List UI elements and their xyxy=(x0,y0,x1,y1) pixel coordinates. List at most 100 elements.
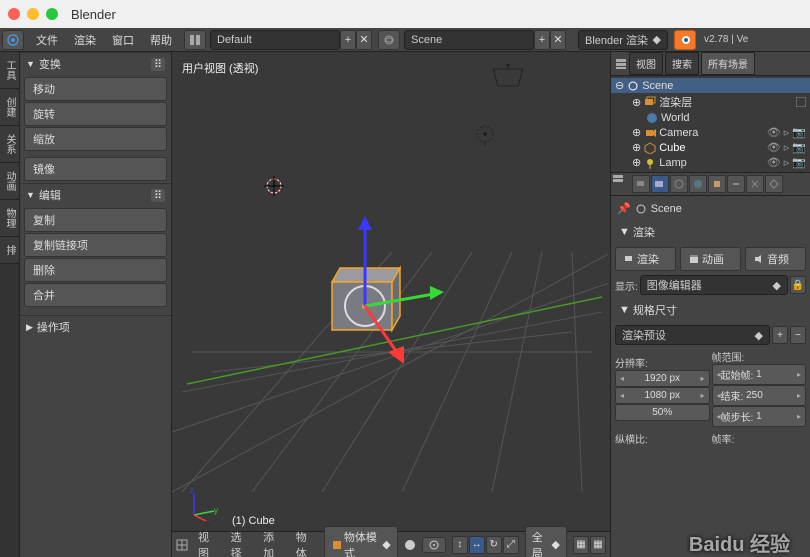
vtab-grease[interactable]: 排 xyxy=(0,237,19,264)
render-engine-select[interactable]: Blender 渲染◆ xyxy=(578,30,668,50)
lock-icon[interactable]: 🔒 xyxy=(790,276,806,294)
maximize-window[interactable] xyxy=(46,8,58,20)
tab-world-icon[interactable] xyxy=(689,175,707,193)
camera-icon xyxy=(644,127,656,139)
layout-add[interactable]: + xyxy=(340,30,356,50)
manipulator-translate-icon[interactable]: ↔ xyxy=(469,536,485,554)
scene-remove[interactable]: ✕ xyxy=(550,30,566,50)
frame-start[interactable]: ◂起始帧: 1▸ xyxy=(712,364,807,385)
cursor-icon[interactable]: ▹ xyxy=(784,126,790,139)
minimize-window[interactable] xyxy=(27,8,39,20)
restrict-render-icon[interactable]: 📷 xyxy=(792,141,806,154)
menu-object[interactable]: 物体 xyxy=(292,529,319,557)
vtab-physics[interactable]: 物理 xyxy=(0,200,19,237)
properties-header xyxy=(611,172,810,196)
tab-constraints-icon[interactable] xyxy=(727,175,745,193)
restrict-render-icon[interactable]: 📷 xyxy=(792,126,806,139)
res-y[interactable]: ◂1080 px▸ xyxy=(615,387,710,404)
pin-icon[interactable]: 📌 xyxy=(617,202,631,215)
btn-render[interactable]: 渲染 xyxy=(615,247,676,271)
tab-data-icon[interactable] xyxy=(765,175,783,193)
viewport-header: 视图 选择 添加 物体 物体模式◆ ↕ ↔ ↻ ⤢ 全局◆ ▦▦ xyxy=(172,531,610,557)
menu-file[interactable]: 文件 xyxy=(28,30,66,50)
vtab-tools[interactable]: 工具 xyxy=(0,52,19,89)
section-render[interactable]: ▼渲染 xyxy=(615,221,806,243)
scene-add[interactable]: + xyxy=(534,30,550,50)
layout-remove[interactable]: ✕ xyxy=(356,30,372,50)
svg-text:y: y xyxy=(214,506,218,515)
panel-operator-header[interactable]: ▶操作项 xyxy=(20,315,171,338)
manipulator-scale-icon[interactable]: ⤢ xyxy=(503,536,519,554)
restrict-render-icon[interactable]: 📷 xyxy=(792,156,806,169)
scene-name-field[interactable]: Scene xyxy=(404,30,534,50)
vtab-create[interactable]: 创建 xyxy=(0,89,19,126)
orientation-select[interactable]: 全局◆ xyxy=(525,526,567,557)
layout-browse-icon[interactable] xyxy=(184,30,206,50)
tab-object-icon[interactable] xyxy=(708,175,726,193)
preset-add[interactable]: + xyxy=(772,326,788,344)
outliner-tree[interactable]: ⊖ Scene ⊕ 渲染层 World ⊕ Camera 👁 xyxy=(611,76,810,172)
res-x[interactable]: ◂1920 px▸ xyxy=(615,370,710,387)
editor-type-icon[interactable] xyxy=(2,30,24,50)
section-dimensions[interactable]: ▼规格尺寸 xyxy=(615,299,806,321)
tab-renderlayers-icon[interactable] xyxy=(651,175,669,193)
3d-cursor-icon xyxy=(262,174,286,198)
axis-widget-icon: z y x xyxy=(188,487,222,521)
pivot-select[interactable] xyxy=(422,537,446,553)
layout-name-field[interactable]: Default xyxy=(210,30,340,50)
menu-view[interactable]: 视图 xyxy=(194,529,221,557)
btn-duplicate[interactable]: 复制 xyxy=(24,208,167,232)
image-icon[interactable] xyxy=(796,97,806,107)
panel-transform-header[interactable]: ▼变换⠿ xyxy=(20,52,171,75)
close-window[interactable] xyxy=(8,8,20,20)
frame-step[interactable]: ◂帧步长: 1▸ xyxy=(712,406,807,427)
vtab-relations[interactable]: 关系 xyxy=(0,126,19,163)
btn-duplicate-linked[interactable]: 复制链接项 xyxy=(24,233,167,257)
vtab-animation[interactable]: 动画 xyxy=(0,163,19,200)
outliner-tab-all[interactable]: 所有场景 xyxy=(701,52,755,75)
restrict-view-icon[interactable]: 👁 xyxy=(767,141,781,154)
restrict-view-icon[interactable]: 👁 xyxy=(767,126,781,139)
editor-type-3dview-icon[interactable] xyxy=(176,539,188,551)
menu-render[interactable]: 渲染 xyxy=(66,30,104,50)
panel-edit-header[interactable]: ▼编辑⠿ xyxy=(20,183,171,206)
manipulator-toggle[interactable]: ↕ xyxy=(452,536,468,554)
layers-buttons[interactable]: ▦▦ xyxy=(573,536,606,554)
btn-move[interactable]: 移动 xyxy=(24,77,167,101)
shading-solid-icon[interactable] xyxy=(404,539,416,551)
manipulator-rotate-icon[interactable]: ↻ xyxy=(486,536,502,554)
outliner-cube: ⊕ Cube 👁 ▹ 📷 xyxy=(611,140,810,155)
btn-audio[interactable]: 音频 xyxy=(745,247,806,271)
display-select[interactable]: 图像编辑器◆ xyxy=(640,275,788,295)
btn-join[interactable]: 合并 xyxy=(24,283,167,307)
mode-select[interactable]: 物体模式◆ xyxy=(324,526,397,557)
render-preset-select[interactable]: 渲染预设◆ xyxy=(615,325,770,345)
preset-remove[interactable]: − xyxy=(790,326,806,344)
app-title: Blender xyxy=(71,7,116,22)
tab-render-icon[interactable] xyxy=(632,175,650,193)
outliner-tab-view[interactable]: 视图 xyxy=(629,52,663,75)
btn-animation[interactable]: 动画 xyxy=(680,247,741,271)
menu-help[interactable]: 帮助 xyxy=(142,30,180,50)
menu-window[interactable]: 窗口 xyxy=(104,30,142,50)
btn-mirror[interactable]: 镜像 xyxy=(24,157,167,181)
menu-add[interactable]: 添加 xyxy=(259,529,286,557)
fps-label: 帧率: xyxy=(712,431,807,446)
editor-type-outliner-icon[interactable] xyxy=(615,58,627,70)
editor-type-props-icon[interactable] xyxy=(613,175,631,193)
outliner-tab-search[interactable]: 搜索 xyxy=(665,52,699,75)
scene-browse-icon[interactable] xyxy=(378,30,400,50)
frame-end[interactable]: ◂结束: 250▸ xyxy=(712,385,807,406)
btn-delete[interactable]: 删除 xyxy=(24,258,167,282)
tab-modifiers-icon[interactable] xyxy=(746,175,764,193)
btn-scale[interactable]: 缩放 xyxy=(24,127,167,151)
btn-rotate[interactable]: 旋转 xyxy=(24,102,167,126)
cursor-icon[interactable]: ▹ xyxy=(784,156,790,169)
res-pct[interactable]: 50% xyxy=(615,404,710,421)
tab-scene-icon[interactable] xyxy=(670,175,688,193)
speaker-icon xyxy=(754,254,764,264)
restrict-view-icon[interactable]: 👁 xyxy=(767,156,781,169)
3d-viewport[interactable]: 用户视图 (透视) xyxy=(172,52,610,557)
menu-select[interactable]: 选择 xyxy=(227,529,254,557)
cursor-icon[interactable]: ▹ xyxy=(784,141,790,154)
